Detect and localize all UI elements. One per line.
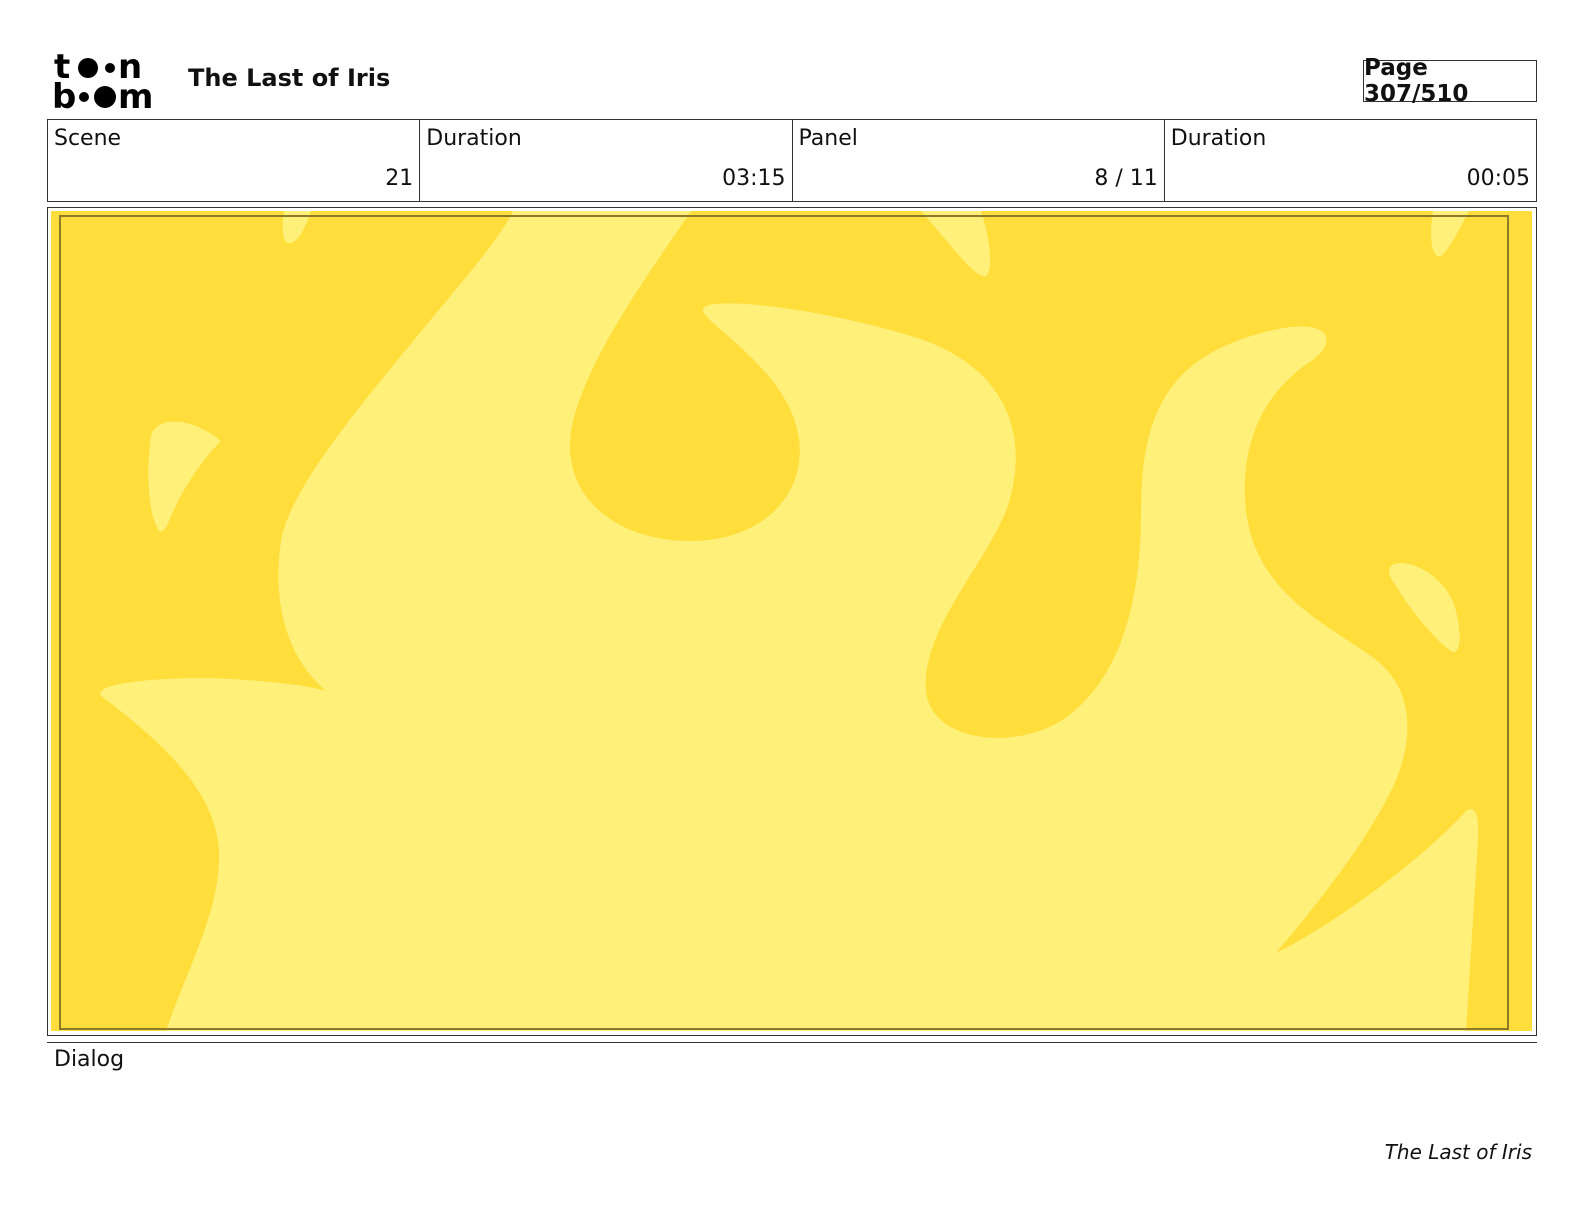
panel-value: 8 / 11 — [1094, 166, 1158, 191]
flame-artwork — [51, 211, 1532, 1031]
dialog-label: Dialog — [54, 1047, 125, 1072]
scene-value: 21 — [385, 166, 414, 191]
scene-duration-label: Duration — [426, 126, 522, 151]
toon-boom-logo-icon: t n b m — [50, 47, 165, 117]
panel-duration-value: 00:05 — [1466, 166, 1530, 191]
storyboard-title: The Last of Iris — [188, 64, 391, 92]
panel-cell: Panel 8 / 11 — [793, 120, 1165, 201]
scene-duration-cell: Duration 03:15 — [420, 120, 793, 201]
svg-text:m: m — [118, 77, 153, 112]
footer-project-name: The Last of Iris — [1384, 1140, 1532, 1164]
scene-info-table: Scene 21 Duration 03:15 Panel 8 / 11 Dur… — [47, 119, 1537, 202]
storyboard-panel — [47, 207, 1537, 1036]
scene-cell: Scene 21 — [48, 120, 421, 201]
panel-label: Panel — [798, 126, 858, 151]
scene-duration-value: 03:15 — [722, 166, 786, 191]
panel-duration-cell: Duration 00:05 — [1165, 120, 1536, 201]
page-indicator: Page 307/510 — [1363, 55, 1537, 107]
dialog-divider — [47, 1042, 1537, 1043]
panel-duration-label: Duration — [1170, 126, 1267, 151]
scene-label: Scene — [54, 126, 122, 151]
svg-text:b: b — [52, 77, 76, 112]
